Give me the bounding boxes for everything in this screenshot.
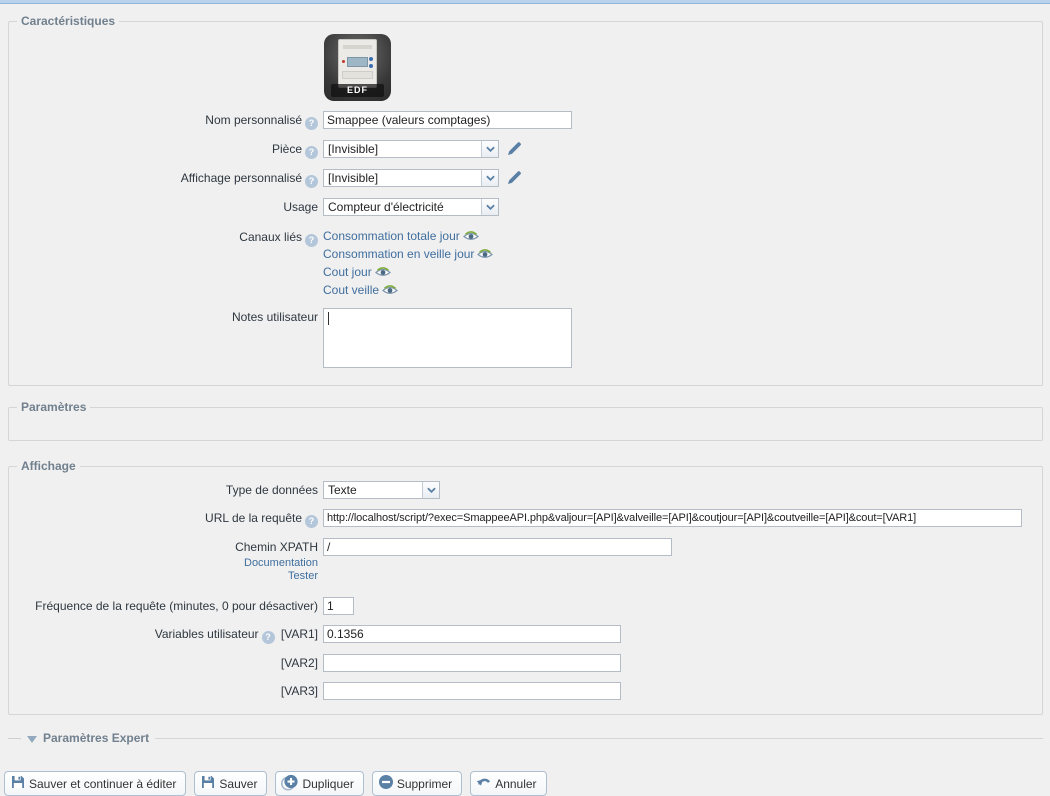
help-icon[interactable]: ?: [262, 631, 275, 644]
canal-link[interactable]: Cout veille: [323, 283, 379, 297]
documentation-link[interactable]: Documentation: [244, 557, 318, 569]
chevron-down-icon[interactable]: [481, 141, 498, 157]
usage-select[interactable]: Compteur d'électricité: [323, 198, 499, 216]
notes-textarea[interactable]: [323, 308, 572, 368]
list-item: Cout jour: [323, 264, 493, 282]
help-icon[interactable]: ?: [305, 175, 318, 188]
delete-icon: [378, 774, 394, 793]
var2-label: [VAR2]: [281, 656, 318, 670]
tester-link[interactable]: Tester: [288, 570, 318, 582]
edit-piece-icon[interactable]: [507, 141, 522, 159]
visibility-eye-icon[interactable]: [382, 285, 398, 299]
section-title: Affichage: [17, 459, 80, 473]
device-config-page: { "colors": { "accent_icon": "#5b80a5", …: [0, 0, 1050, 758]
chevron-down-icon[interactable]: [481, 170, 498, 186]
chevron-down-icon[interactable]: [481, 199, 498, 215]
url-requete-input[interactable]: [323, 509, 1022, 527]
delete-button[interactable]: Supprimer: [372, 771, 462, 796]
var2-input[interactable]: [323, 654, 621, 672]
section-title: Caractéristiques: [17, 14, 119, 28]
section-parametres-expert: Paramètres Expert: [8, 731, 1043, 745]
xpath-input[interactable]: [323, 538, 672, 556]
list-item: Cout veille: [323, 282, 493, 300]
visibility-eye-icon[interactable]: [375, 267, 391, 281]
save-and-continue-button[interactable]: Sauver et continuer à éditer: [4, 771, 186, 796]
help-icon[interactable]: ?: [305, 234, 318, 247]
canal-link[interactable]: Consommation en veille jour: [323, 247, 474, 261]
edit-affichage-icon[interactable]: [507, 170, 522, 188]
save-icon: [200, 774, 216, 793]
duplicate-button[interactable]: Dupliquer: [275, 771, 363, 796]
type-donnees-label: Type de données: [226, 483, 318, 497]
device-image: EDF: [324, 34, 391, 101]
collapse-triangle-icon[interactable]: [27, 736, 37, 743]
chevron-down-icon[interactable]: [422, 482, 439, 498]
usage-label: Usage: [283, 200, 318, 214]
help-icon[interactable]: ?: [305, 117, 318, 130]
frequence-label: Fréquence de la requête (minutes, 0 pour…: [35, 599, 318, 613]
type-donnees-select[interactable]: Texte: [323, 481, 440, 499]
meter-illustration: [338, 39, 377, 88]
canal-link[interactable]: Consommation totale jour: [323, 229, 460, 243]
section-title: Paramètres: [17, 400, 90, 414]
section-caracteristiques: Caractéristiques EDF Nom personnalisé? P…: [8, 14, 1043, 386]
text-caret: [328, 312, 329, 325]
section-affichage: Affichage Type de données Texte URL de l…: [8, 459, 1043, 715]
xpath-label: Chemin XPATH: [235, 540, 318, 554]
canaux-label: Canaux liés: [239, 230, 302, 244]
variables-label: Variables utilisateur: [155, 627, 259, 641]
undo-icon: [476, 774, 492, 793]
canal-link[interactable]: Cout jour: [323, 265, 372, 279]
affichage-perso-select[interactable]: [Invisible]: [323, 169, 499, 187]
section-title: Paramètres Expert: [43, 731, 149, 745]
canaux-list: Consommation totale jour Consommation en…: [323, 228, 493, 300]
var1-input[interactable]: [323, 625, 621, 643]
affichage-perso-label: Affichage personnalisé: [181, 171, 302, 185]
list-item: Consommation totale jour: [323, 228, 493, 246]
list-item: Consommation en veille jour: [323, 246, 493, 264]
var1-label: [VAR1]: [281, 627, 318, 641]
save-icon: [10, 774, 26, 793]
help-icon[interactable]: ?: [305, 146, 318, 159]
frequence-input[interactable]: [323, 597, 354, 615]
device-badge: EDF: [331, 84, 384, 97]
visibility-eye-icon[interactable]: [477, 249, 493, 263]
help-icon[interactable]: ?: [305, 515, 318, 528]
section-parametres: Paramètres: [8, 400, 1043, 441]
duplicate-icon: [281, 774, 299, 794]
url-requete-label: URL de la requête: [205, 511, 302, 525]
notes-label: Notes utilisateur: [232, 310, 318, 324]
nom-label: Nom personnalisé: [205, 113, 302, 127]
var3-label: [VAR3]: [281, 684, 318, 698]
cancel-button[interactable]: Annuler: [470, 771, 546, 796]
var3-input[interactable]: [323, 682, 621, 700]
action-button-bar: Sauver et continuer à éditer Sauver Dupl…: [4, 771, 1050, 796]
save-button[interactable]: Sauver: [194, 771, 267, 796]
piece-label: Pièce: [272, 142, 302, 156]
visibility-eye-icon[interactable]: [463, 231, 479, 245]
piece-select[interactable]: [Invisible]: [323, 140, 499, 158]
nom-input[interactable]: [323, 111, 572, 129]
